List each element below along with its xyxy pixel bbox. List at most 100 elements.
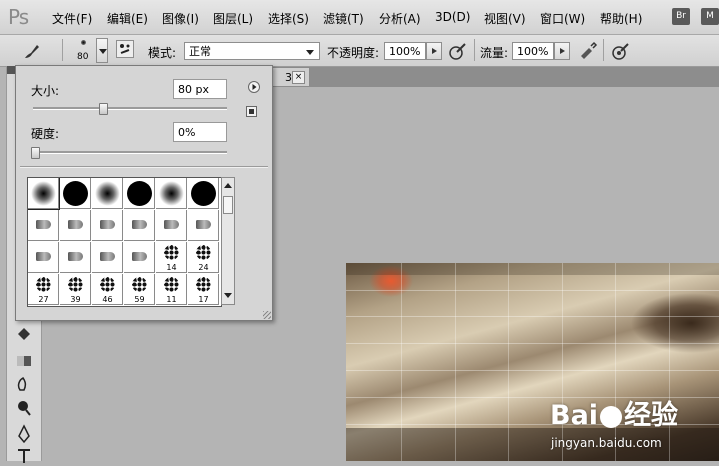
brush-preset-splat[interactable]: 39 [60, 274, 91, 305]
tip-brush-icon [100, 252, 115, 261]
flow-input[interactable]: 100% [512, 42, 554, 60]
photoshop-logo: Ps [8, 5, 29, 29]
baidu-jingyan-watermark: Bai 经验 [550, 393, 678, 432]
opacity-input[interactable]: 100% [384, 42, 426, 60]
popup-menu-icon[interactable] [248, 81, 260, 93]
scatter-brush-icon [164, 277, 179, 292]
brush-preset-tool[interactable] [92, 210, 123, 241]
tip-brush-icon [196, 220, 211, 229]
brush-preset-tool[interactable] [92, 242, 123, 273]
menu-layer[interactable]: 图层(L) [213, 10, 253, 27]
size-label: 大小: [31, 84, 60, 98]
soft-round-brush-icon [159, 181, 184, 206]
brush-picker-dropdown-button[interactable] [96, 38, 108, 63]
menu-edit[interactable]: 编辑(E) [107, 10, 148, 27]
bucket-tool-icon[interactable] [14, 324, 34, 344]
options-bar: 80 模式: 正常 不透明度: 100% 流量: 100% [0, 35, 719, 87]
preset-scrollbar-thumb[interactable] [223, 196, 233, 214]
brush-preset-tool[interactable] [28, 210, 59, 241]
scatter-brush-icon [132, 277, 147, 292]
pressure-opacity-icon[interactable] [448, 41, 468, 61]
brush-preset-splat[interactable]: 46 [92, 274, 123, 305]
menu-file[interactable]: 文件(F) [52, 10, 92, 27]
menu-window[interactable]: 窗口(W) [540, 10, 585, 27]
size-value: 80 px [178, 83, 209, 96]
pen-tool-icon[interactable] [14, 424, 34, 444]
brush-preset-hard[interactable] [60, 178, 91, 209]
menu-analysis[interactable]: 分析(A) [379, 10, 421, 27]
mini-bridge-button[interactable]: M [701, 8, 719, 25]
brush-preset-tool[interactable] [28, 242, 59, 273]
brush-preset-splat[interactable]: 11 [156, 274, 187, 305]
brush-preset-splat[interactable]: 14 [156, 242, 187, 273]
tip-brush-icon [36, 252, 51, 261]
hardness-slider-thumb[interactable] [31, 147, 40, 159]
new-preset-icon[interactable] [246, 106, 257, 117]
brush-preset-splat[interactable]: 24 [188, 242, 219, 273]
brush-preset-picker[interactable]: 80 [73, 37, 95, 65]
brush-preset-size-label: 39 [70, 295, 81, 304]
brush-preset-splat[interactable]: 27 [28, 274, 59, 305]
dodge-tool-icon[interactable] [14, 398, 34, 418]
scatter-brush-icon [68, 277, 83, 292]
brush-panel-icon [120, 44, 130, 54]
resize-grip-icon[interactable] [263, 311, 271, 319]
hardness-slider-track[interactable] [33, 151, 227, 154]
bridge-button[interactable]: Br [672, 8, 690, 25]
pressure-size-icon[interactable] [611, 41, 631, 61]
size-slider-thumb[interactable] [98, 103, 108, 115]
brush-preset-size-label: 46 [102, 295, 113, 304]
brush-preset-tool[interactable] [124, 242, 155, 273]
popup-divider [20, 166, 268, 168]
menu-filter[interactable]: 滤镜(T) [323, 10, 364, 27]
brush-preset-size-label: 59 [134, 295, 145, 304]
brush-panel-toggle-button[interactable] [116, 40, 134, 58]
hardness-input[interactable]: 0% [173, 122, 227, 142]
brush-tool-icon[interactable] [22, 41, 42, 61]
brush-preset-splat[interactable]: 17 [188, 274, 219, 305]
hardness-label: 硬度: [31, 127, 60, 141]
menu-help[interactable]: 帮助(H) [600, 10, 642, 27]
paw-icon [600, 405, 623, 428]
type-tool-icon[interactable] [14, 446, 34, 466]
flow-slider-button[interactable] [554, 42, 570, 60]
size-slider-track[interactable] [33, 107, 227, 110]
brush-preset-tool[interactable] [60, 210, 91, 241]
flow-value: 100% [517, 45, 549, 58]
smudge-tool-icon[interactable] [14, 374, 34, 394]
hard-round-brush-icon [191, 181, 216, 206]
gradient-tool-icon[interactable] [14, 351, 34, 371]
brush-preset-soft[interactable] [28, 178, 60, 210]
watermark-url: jingyan.baidu.com [551, 436, 662, 450]
menu-image[interactable]: 图像(I) [162, 10, 199, 27]
brush-preset-tool[interactable] [188, 210, 219, 241]
brush-preset-size-label: 27 [38, 295, 49, 304]
mode-value: 正常 [189, 45, 211, 58]
soft-round-brush-icon [31, 181, 56, 206]
preset-scrollbar[interactable] [221, 177, 235, 305]
document-tab-strip [270, 67, 719, 87]
brush-preset-hard[interactable] [124, 178, 155, 209]
brush-preset-soft[interactable] [156, 178, 187, 209]
brush-preset-grid: 14 24 27 39 46 59 11 17 [27, 177, 222, 307]
scatter-brush-icon [100, 277, 115, 292]
brush-preset-tool[interactable] [60, 242, 91, 273]
brush-preset-soft[interactable] [92, 178, 123, 209]
mode-select[interactable]: 正常 [184, 42, 320, 60]
size-input[interactable]: 80 px [173, 79, 227, 99]
brush-preset-tool[interactable] [156, 210, 187, 241]
hardness-value: 0% [178, 126, 196, 139]
menu-view[interactable]: 视图(V) [484, 10, 526, 27]
brush-preset-popup: 大小: 80 px 硬度: 0% 14 24 27 39 46 59 11 17 [15, 65, 273, 321]
hard-round-brush-icon [127, 181, 152, 206]
brush-preset-splat[interactable]: 59 [124, 274, 155, 305]
document-close-icon[interactable]: × [292, 71, 305, 84]
airbrush-icon[interactable] [578, 41, 598, 61]
menu-3d[interactable]: 3D(D) [435, 10, 470, 24]
scatter-brush-icon [196, 245, 211, 260]
flow-label: 流量: [480, 46, 509, 60]
brush-preset-tool[interactable] [124, 210, 155, 241]
brush-preset-hard[interactable] [188, 178, 219, 209]
menu-select[interactable]: 选择(S) [268, 10, 309, 27]
opacity-slider-button[interactable] [426, 42, 442, 60]
